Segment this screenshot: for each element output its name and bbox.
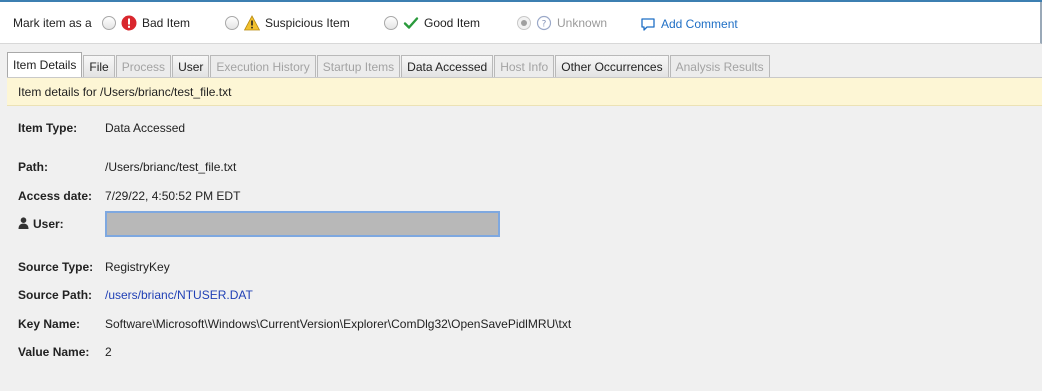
tab-user[interactable]: User: [172, 55, 210, 77]
path-value: /Users/brianc/test_file.txt: [105, 160, 237, 174]
item-type-row: Item Type: Data Accessed: [18, 121, 185, 135]
checkmark-icon: [403, 15, 419, 31]
access-date-value: 7/29/22, 4:50:52 PM EDT: [105, 189, 241, 203]
source-path-label: Source Path:: [18, 288, 93, 302]
item-details-header: Item details for /Users/brianc/test_file…: [7, 78, 1042, 106]
suspicious-item-radio[interactable]: [225, 16, 239, 30]
access-date-row: Access date: 7/29/22, 4:50:52 PM EDT: [18, 189, 240, 203]
value-name-value: 2: [105, 345, 112, 359]
tab-bar: Item Details File Process User Execution…: [7, 51, 771, 77]
user-row: User:: [18, 211, 500, 237]
add-comment-link[interactable]: Add Comment: [640, 16, 738, 32]
value-name-label: Value Name:: [18, 345, 90, 359]
bad-item-radio[interactable]: [102, 16, 116, 30]
tab-process[interactable]: Process: [115, 55, 172, 77]
bad-item-label: Bad Item: [142, 16, 191, 30]
tab-other-occurrences[interactable]: Other Occurrences: [555, 55, 669, 77]
user-label: User:: [33, 217, 64, 231]
suspicious-item-label: Suspicious Item: [265, 16, 350, 30]
access-date-label: Access date:: [18, 189, 93, 203]
tab-data-accessed[interactable]: Data Accessed: [401, 55, 494, 77]
tab-file[interactable]: File: [83, 55, 115, 77]
svg-text:?: ?: [542, 20, 547, 30]
source-type-row: Source Type: RegistryKey: [18, 260, 170, 274]
suspicious-item-option[interactable]: Suspicious Item: [225, 15, 350, 31]
unknown-label: Unknown: [557, 16, 608, 30]
value-name-row: Value Name: 2: [18, 345, 112, 359]
good-item-option[interactable]: Good Item: [384, 15, 480, 31]
source-type-value: RegistryKey: [105, 260, 170, 274]
user-label-wrap: User:: [18, 216, 105, 232]
mark-item-label: Mark item as a: [13, 16, 92, 30]
bad-item-icon: [121, 15, 137, 31]
unknown-option[interactable]: ? Unknown: [517, 15, 607, 31]
tab-startup-items[interactable]: Startup Items: [316, 55, 401, 77]
good-item-radio[interactable]: [384, 16, 398, 30]
item-type-label: Item Type:: [18, 121, 78, 135]
key-name-value: Software\Microsoft\Windows\CurrentVersio…: [105, 317, 572, 331]
tab-execution-history[interactable]: Execution History: [210, 55, 316, 77]
path-label: Path:: [18, 160, 48, 174]
path-row: Path: /Users/brianc/test_file.txt: [18, 160, 236, 174]
user-value-field[interactable]: [105, 211, 500, 237]
item-details-panel: Item details for /Users/brianc/test_file…: [7, 77, 1042, 391]
add-comment-label: Add Comment: [661, 17, 738, 31]
unknown-radio[interactable]: [517, 16, 531, 30]
tab-item-details[interactable]: Item Details: [7, 52, 83, 77]
tab-label: Process: [121, 59, 166, 74]
tab-label: Other Occurrences: [561, 59, 663, 74]
tab-label: Execution History: [216, 59, 310, 74]
item-details-header-text: Item details for /Users/brianc/test_file…: [18, 84, 232, 99]
tab-label: Startup Items: [322, 59, 395, 74]
tab-label: Item Details: [13, 58, 77, 72]
source-type-label: Source Type:: [18, 260, 94, 274]
key-name-label: Key Name:: [18, 317, 81, 331]
good-item-label: Good Item: [424, 16, 481, 30]
tab-label: Analysis Results: [675, 59, 764, 74]
tab-label: Data Accessed: [407, 59, 488, 74]
tab-label: User: [178, 59, 204, 74]
question-icon: ?: [536, 15, 552, 31]
tab-host-info[interactable]: Host Info: [494, 55, 555, 77]
source-path-link[interactable]: /users/brianc/NTUSER.DAT: [105, 288, 253, 302]
tab-label: File: [89, 59, 109, 74]
source-path-row: Source Path: /users/brianc/NTUSER.DAT: [18, 288, 253, 302]
tab-label: Host Info: [500, 59, 549, 74]
bad-item-option[interactable]: Bad Item: [102, 15, 190, 31]
warning-icon: [244, 15, 260, 31]
user-icon: [18, 216, 29, 232]
mark-item-toolbar: Mark item as a Bad Item Suspicious Item: [0, 2, 1042, 44]
tab-analysis-results[interactable]: Analysis Results: [669, 55, 770, 77]
comment-icon: [640, 16, 656, 32]
key-name-row: Key Name: Software\Microsoft\Windows\Cur…: [18, 317, 571, 331]
item-type-value: Data Accessed: [105, 121, 186, 135]
